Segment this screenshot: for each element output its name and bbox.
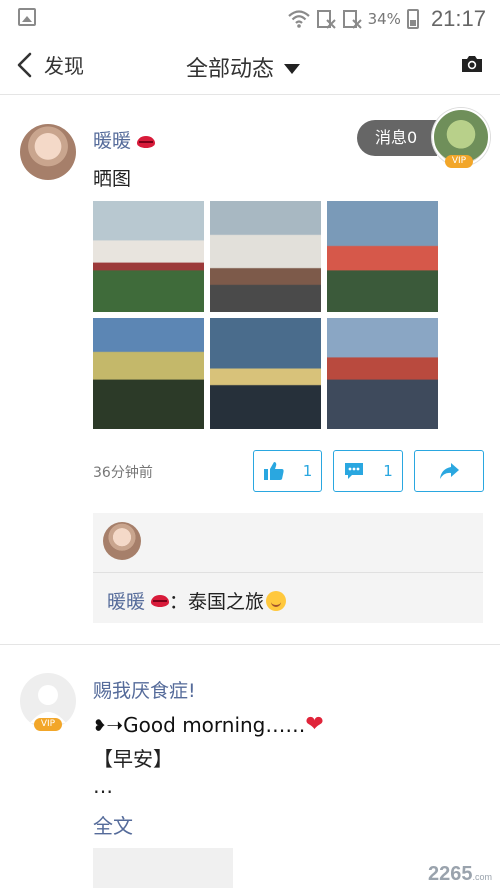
comment-button[interactable]: 1 — [333, 450, 403, 492]
photo-thumbnail[interactable] — [93, 848, 233, 888]
photo-thumbnail[interactable] — [327, 201, 438, 312]
share-button[interactable] — [414, 450, 484, 492]
message-count-button[interactable]: 消息0 — [357, 120, 437, 156]
feed-filter-dropdown[interactable]: 全部动态 — [186, 51, 301, 83]
comment-count: 1 — [383, 462, 393, 480]
post-timestamp: 36分钟前 — [93, 465, 153, 481]
back-label: 发现 — [44, 54, 84, 78]
caret-down-icon — [284, 63, 301, 74]
comment-username[interactable]: 暖暖 — [107, 587, 145, 614]
vip-badge: VIP — [34, 718, 62, 731]
post-username[interactable]: 暖暖 — [93, 126, 156, 153]
full-text-link[interactable]: 全文 — [93, 810, 133, 839]
post-text: ➝Good morning…… — [106, 713, 306, 737]
back-button[interactable]: 发现 — [14, 50, 84, 79]
status-right: 34% 21:17 — [287, 6, 486, 32]
clock: 21:17 — [430, 6, 486, 31]
comment-item: 暖暖 ：泰国之旅 — [107, 587, 287, 614]
avatar[interactable] — [20, 124, 76, 180]
post-text-line: 【早安】 — [93, 747, 173, 771]
post-text: 晒图 — [93, 168, 132, 190]
battery-percent: 34% — [367, 10, 401, 28]
vip-badge: VIP — [445, 155, 473, 168]
share-arrow-icon — [440, 463, 459, 479]
app-header: 发现 全部动态 — [0, 36, 500, 95]
lips-emoji-icon — [151, 594, 170, 607]
post-text-line: … — [93, 774, 113, 798]
chevron-left-icon — [17, 52, 32, 77]
sim1-no-signal-icon — [316, 10, 336, 29]
wifi-icon — [287, 10, 310, 28]
photo-thumbnail[interactable] — [210, 201, 321, 312]
battery-icon — [406, 9, 419, 29]
photo-thumbnail[interactable] — [93, 318, 204, 429]
watermark-brand: 2265 — [427, 863, 473, 885]
photo-thumbnail[interactable] — [93, 201, 204, 312]
gallery-notification-icon — [18, 8, 36, 26]
comment-bubble-icon — [345, 463, 364, 479]
comment-divider — [93, 572, 483, 573]
red-heart-icon: ❤ — [305, 712, 324, 737]
like-button[interactable]: 1 — [253, 450, 322, 492]
photo-thumbnail[interactable] — [327, 318, 438, 429]
watermark-logo: 2265.com — [428, 863, 492, 886]
photo-thumbnail[interactable] — [210, 318, 321, 429]
thumbs-up-icon — [263, 462, 284, 480]
page-title: 全部动态 — [186, 57, 275, 82]
smile-emoji-icon — [266, 590, 287, 611]
like-count: 1 — [302, 462, 313, 480]
comment-text: ：泰国之旅 — [169, 591, 265, 613]
camera-icon[interactable] — [460, 52, 484, 76]
photo-grid — [93, 201, 438, 429]
username-text: 暖暖 — [93, 130, 132, 152]
lips-emoji-icon — [137, 135, 156, 148]
sim2-no-signal-icon — [342, 10, 362, 29]
comment-section: 暖暖 ：泰国之旅 — [93, 513, 483, 623]
black-heart-icon: ❥ — [93, 715, 107, 735]
post-divider — [0, 644, 500, 645]
post-text-line: ❥ ➝Good morning…… ❤ — [93, 713, 325, 737]
status-bar: 34% 21:17 — [0, 0, 500, 36]
watermark-suffix: .com — [472, 872, 492, 882]
liker-avatar[interactable] — [103, 522, 141, 560]
post-username[interactable]: 赐我厌食症! — [93, 676, 196, 703]
